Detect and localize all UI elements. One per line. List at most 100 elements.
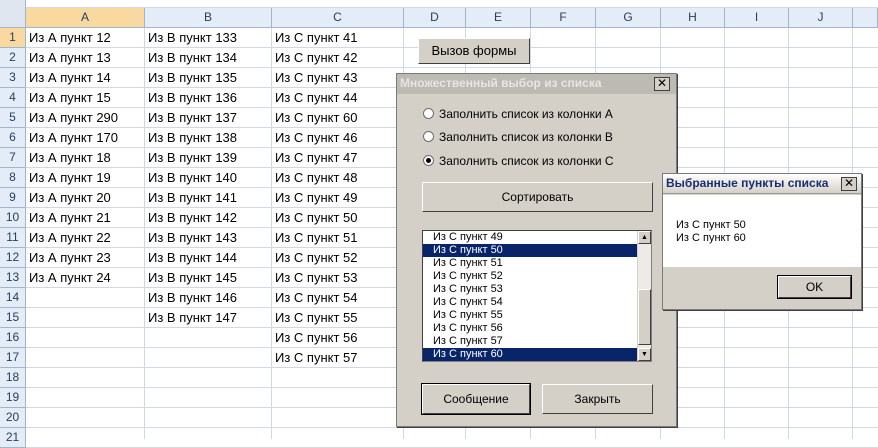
row-header-3[interactable]: 3	[0, 68, 26, 88]
cell-a11[interactable]: Из А пункт 22	[26, 228, 145, 248]
cell-c2[interactable]: Из С пункт 42	[272, 48, 404, 68]
list-item[interactable]: Из С пункт 49	[423, 231, 651, 244]
close-icon[interactable]: ✕	[841, 177, 857, 191]
column-header-i[interactable]: I	[725, 8, 789, 28]
row-header-1[interactable]: 1	[0, 28, 26, 48]
radio-column-a[interactable]: Заполнить список из колонки А	[423, 106, 613, 122]
cell-c10[interactable]: Из С пункт 50	[272, 208, 404, 228]
column-header-c[interactable]: C	[272, 8, 404, 28]
cell-c7[interactable]: Из С пункт 47	[272, 148, 404, 168]
cell-c14[interactable]: Из С пункт 54	[272, 288, 404, 308]
row-header-8[interactable]: 8	[0, 168, 26, 188]
list-item[interactable]: Из С пункт 50	[423, 244, 651, 257]
row-header-20[interactable]: 20	[0, 408, 26, 428]
scroll-down-icon[interactable]: ▼	[638, 348, 651, 361]
row-header-13[interactable]: 13	[0, 268, 26, 288]
column-header-e[interactable]: E	[466, 8, 531, 28]
items-listbox[interactable]: Из С пункт 49 Из С пункт 50 Из С пункт 51 И…	[422, 230, 652, 362]
cell-b4[interactable]: Из В пункт 136	[145, 88, 272, 108]
cell-a12[interactable]: Из А пункт 23	[26, 248, 145, 268]
row-header-2[interactable]: 2	[0, 48, 26, 68]
row-header-18[interactable]: 18	[0, 368, 26, 388]
row-header-6[interactable]: 6	[0, 128, 26, 148]
cell-b5[interactable]: Из В пункт 137	[145, 108, 272, 128]
cell-a6[interactable]: Из А пункт 170	[26, 128, 145, 148]
cell-c17[interactable]: Из С пункт 57	[272, 348, 404, 368]
list-item[interactable]: Из С пункт 54	[423, 296, 651, 309]
row-header-12[interactable]: 12	[0, 248, 26, 268]
row-header-16[interactable]: 16	[0, 328, 26, 348]
cell-a2[interactable]: Из А пункт 13	[26, 48, 145, 68]
close-icon[interactable]: ✕	[654, 77, 670, 91]
cell-b12[interactable]: Из В пункт 144	[145, 248, 272, 268]
sort-button[interactable]: Сортировать	[422, 182, 653, 212]
cell-b15[interactable]: Из В пункт 147	[145, 308, 272, 328]
cell-b7[interactable]: Из В пункт 139	[145, 148, 272, 168]
scroll-up-icon[interactable]: ▲	[638, 231, 651, 244]
column-header-h[interactable]: H	[661, 8, 725, 28]
cell-c5[interactable]: Из С пункт 60	[272, 108, 404, 128]
row-header-10[interactable]: 10	[0, 208, 26, 228]
row-header-14[interactable]: 14	[0, 288, 26, 308]
column-header-f[interactable]: F	[531, 8, 596, 28]
cell-c3[interactable]: Из С пункт 43	[272, 68, 404, 88]
cell-c1[interactable]: Из С пункт 41	[272, 28, 404, 48]
row-header-17[interactable]: 17	[0, 348, 26, 368]
scroll-thumb[interactable]	[638, 289, 651, 345]
radio-column-b[interactable]: Заполнить список из колонки В	[423, 129, 613, 145]
select-all-corner[interactable]	[0, 0, 26, 28]
listbox-scrollbar[interactable]: ▲ ▼	[637, 231, 651, 361]
cell-a13[interactable]: Из А пункт 24	[26, 268, 145, 288]
ok-button[interactable]: OK	[777, 275, 852, 299]
list-item[interactable]: Из С пункт 57	[423, 335, 651, 348]
cell-a4[interactable]: Из А пункт 15	[26, 88, 145, 108]
row-header-9[interactable]: 9	[0, 188, 26, 208]
row-header-5[interactable]: 5	[0, 108, 26, 128]
cell-c4[interactable]: Из С пункт 44	[272, 88, 404, 108]
list-item[interactable]: Из С пункт 60	[423, 348, 651, 361]
cell-a7[interactable]: Из А пункт 18	[26, 148, 145, 168]
row-header-11[interactable]: 11	[0, 228, 26, 248]
column-header-d[interactable]: D	[404, 8, 466, 28]
cell-c11[interactable]: Из С пункт 51	[272, 228, 404, 248]
cell-a8[interactable]: Из А пункт 19	[26, 168, 145, 188]
column-header-b[interactable]: B	[145, 8, 272, 28]
cell-b10[interactable]: Из В пункт 142	[145, 208, 272, 228]
list-item[interactable]: Из С пункт 53	[423, 283, 651, 296]
cell-a9[interactable]: Из А пункт 20	[26, 188, 145, 208]
cell-b1[interactable]: Из В пункт 133	[145, 28, 272, 48]
list-item[interactable]: Из С пункт 55	[423, 309, 651, 322]
cell-a5[interactable]: Из А пункт 290	[26, 108, 145, 128]
call-form-button[interactable]: Вызов формы	[418, 38, 530, 64]
list-item[interactable]: Из С пункт 52	[423, 270, 651, 283]
cell-b6[interactable]: Из В пункт 138	[145, 128, 272, 148]
cell-a1[interactable]: Из А пункт 12	[26, 28, 145, 48]
list-item[interactable]: Из С пункт 51	[423, 257, 651, 270]
radio-column-c[interactable]: Заполнить список из колонки С	[423, 153, 614, 169]
column-header-g[interactable]: G	[596, 8, 661, 28]
close-button[interactable]: Закрыть	[542, 384, 653, 414]
column-header-a[interactable]: A	[26, 8, 145, 28]
cell-b9[interactable]: Из В пункт 141	[145, 188, 272, 208]
cell-a3[interactable]: Из А пункт 14	[26, 68, 145, 88]
message-button[interactable]: Сообщение	[421, 383, 531, 415]
cell-b2[interactable]: Из В пункт 134	[145, 48, 272, 68]
row-header-19[interactable]: 19	[0, 388, 26, 408]
cell-c16[interactable]: Из С пункт 56	[272, 328, 404, 348]
cell-c6[interactable]: Из С пункт 46	[272, 128, 404, 148]
cell-c12[interactable]: Из С пункт 52	[272, 248, 404, 268]
cell-b11[interactable]: Из В пункт 143	[145, 228, 272, 248]
column-header-j[interactable]: J	[789, 8, 853, 28]
cell-c9[interactable]: Из С пункт 49	[272, 188, 404, 208]
row-header-15[interactable]: 15	[0, 308, 26, 328]
list-item[interactable]: Из С пункт 56	[423, 322, 651, 335]
cell-b8[interactable]: Из В пункт 140	[145, 168, 272, 188]
cell-c8[interactable]: Из С пункт 48	[272, 168, 404, 188]
cell-c15[interactable]: Из С пункт 55	[272, 308, 404, 328]
row-header-7[interactable]: 7	[0, 148, 26, 168]
row-header-4[interactable]: 4	[0, 88, 26, 108]
cell-b13[interactable]: Из В пункт 145	[145, 268, 272, 288]
cell-b3[interactable]: Из В пункт 135	[145, 68, 272, 88]
cell-c13[interactable]: Из С пункт 53	[272, 268, 404, 288]
column-header-partial[interactable]	[853, 8, 878, 28]
